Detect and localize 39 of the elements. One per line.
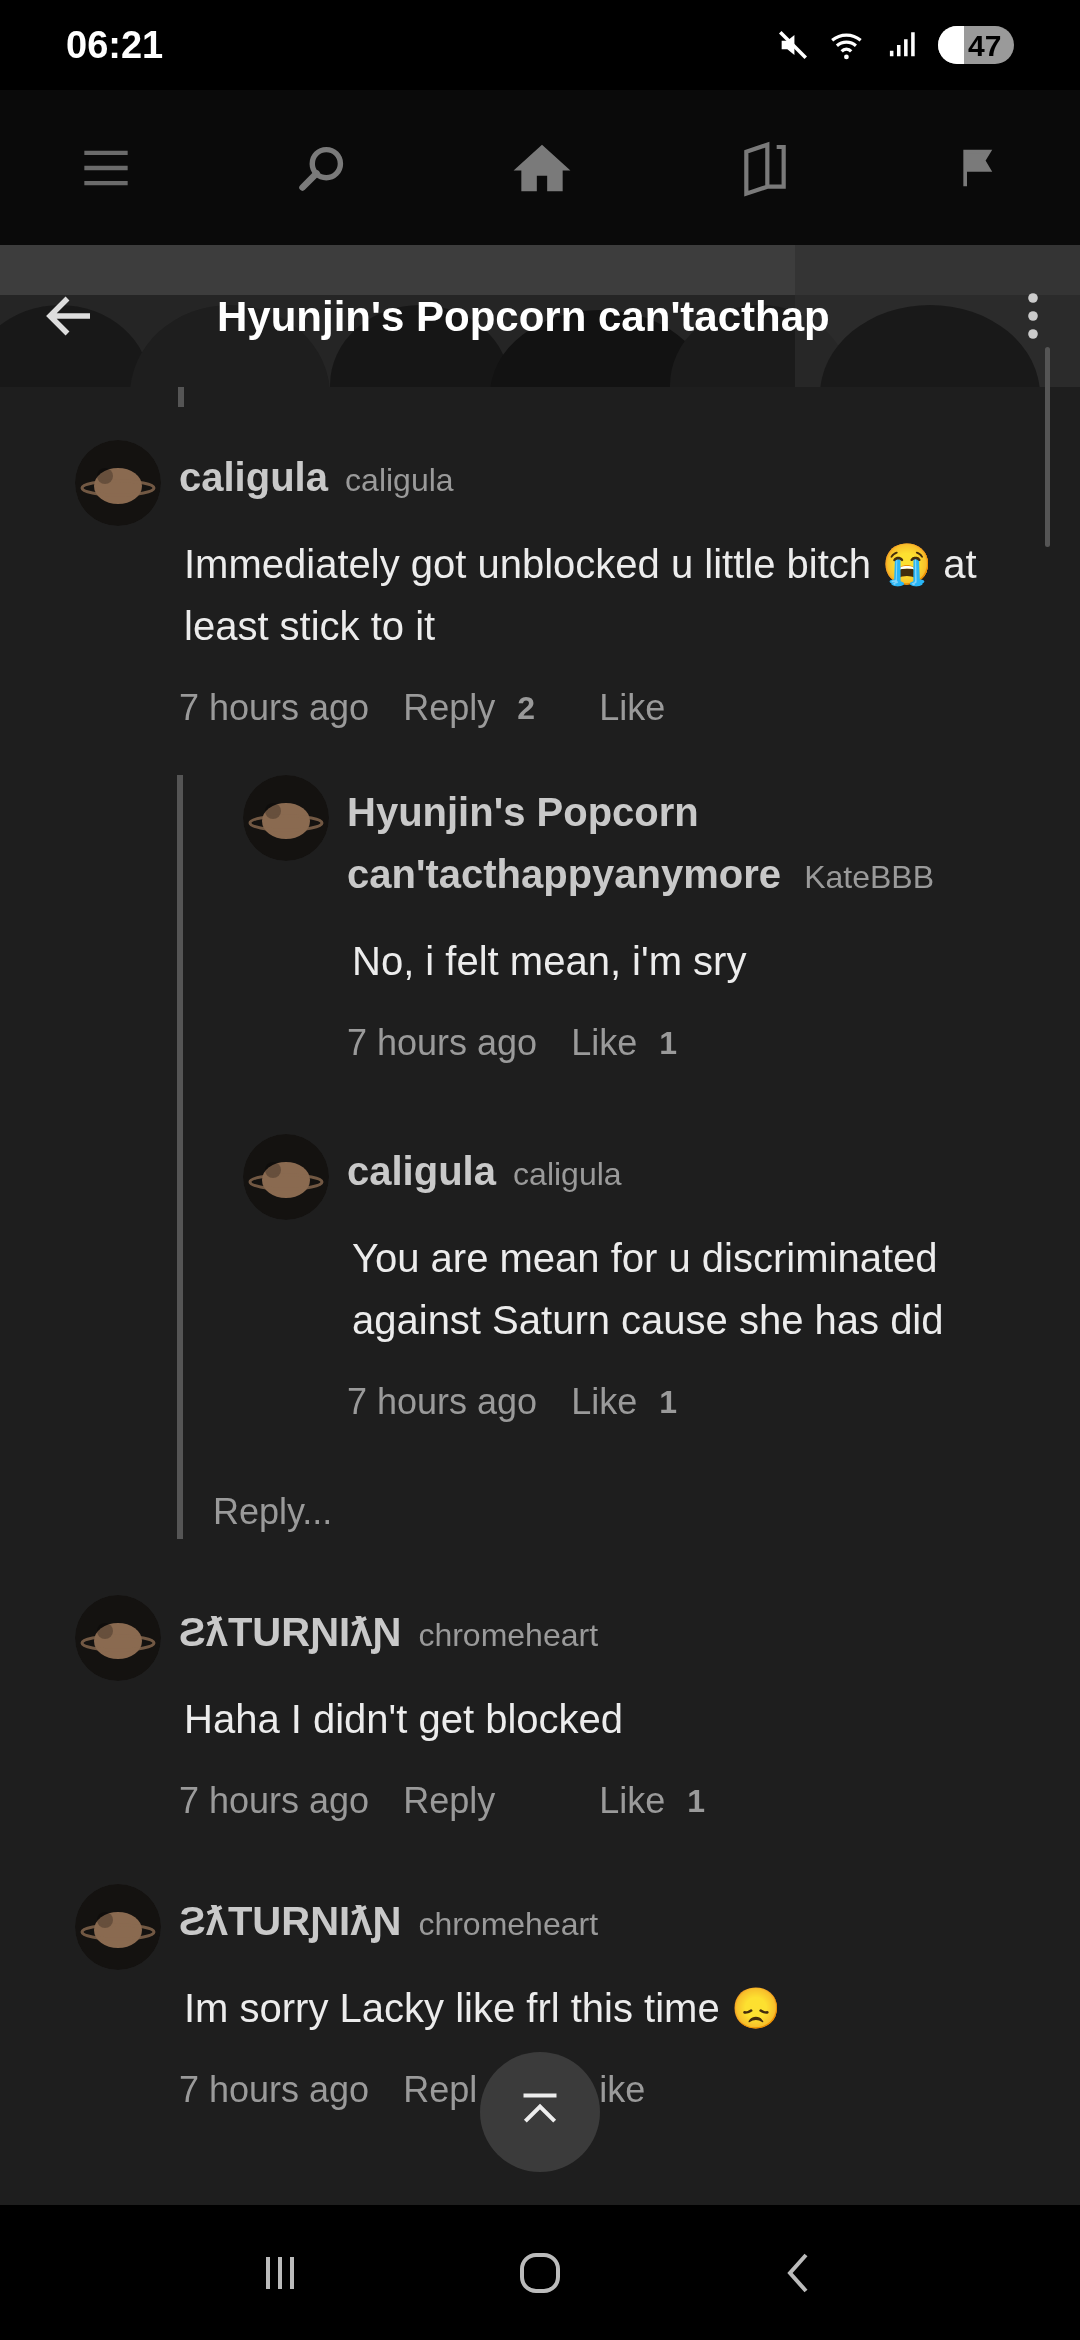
like-count: 1 xyxy=(659,1383,678,1422)
conversation-title: Hyunjin's Popcorn can'tacthap xyxy=(217,291,830,342)
user-name[interactable]: caligula xyxy=(179,446,328,508)
like-count: 1 xyxy=(659,1024,678,1063)
timestamp: 7 hours ago xyxy=(179,1779,370,1823)
reply-button[interactable]: Repl xyxy=(403,2063,478,2117)
reply-count: 2 xyxy=(517,689,536,728)
like-button[interactable]: Like xyxy=(571,1016,638,1070)
timestamp: 7 hours ago xyxy=(179,2068,370,2112)
user-name[interactable]: caligula xyxy=(347,1140,496,1202)
user-name[interactable]: ƧƛTURƝƖƛƝ xyxy=(179,1601,402,1663)
user-handle[interactable]: chromeheart xyxy=(418,1906,599,1942)
like-count: 1 xyxy=(687,1782,706,1821)
comment-text: No, i felt mean, i'm sry xyxy=(351,938,748,985)
user-name[interactable]: ƧƛTURƝƖƛƝ xyxy=(179,1890,402,1952)
reply-button[interactable]: Reply xyxy=(403,1774,496,1828)
timestamp: 7 hours ago xyxy=(179,686,370,730)
user-handle[interactable]: KateBBB xyxy=(804,859,934,895)
like-button[interactable]: Like xyxy=(599,681,666,735)
like-button[interactable]: ike xyxy=(599,2063,646,2117)
user-name[interactable]: Hyunjin's Popcorn can'tacthappyanymore xyxy=(347,781,787,905)
mute-icon xyxy=(776,28,810,62)
user-handle[interactable]: caligula xyxy=(345,462,454,498)
comment-text: Immediately got unblocked u little bitch 😭 at least stick to it xyxy=(183,541,978,650)
like-button[interactable]: Like xyxy=(571,1375,638,1429)
comment-text: You are mean for u discriminated against Saturn cause she has did xyxy=(351,1235,945,1344)
battery-indicator: 47 xyxy=(938,26,1014,64)
user-handle[interactable]: chromeheart xyxy=(418,1617,599,1653)
comment-text: Haha I didn't get blocked xyxy=(183,1696,625,1743)
timestamp: 7 hours ago xyxy=(347,1021,538,1065)
status-time: 06:21 xyxy=(66,22,164,68)
user-handle[interactable]: caligula xyxy=(513,1156,622,1192)
reply-prompt[interactable]: Reply... xyxy=(213,1485,1080,1539)
comment-text: Im sorry Lacky like frl this time 😞 xyxy=(183,1985,782,2032)
scrollbar[interactable] xyxy=(1045,347,1050,547)
more-options-icon[interactable] xyxy=(1026,292,1040,340)
reply-button[interactable]: Reply xyxy=(403,681,496,735)
like-button[interactable]: Like xyxy=(599,1774,666,1828)
timestamp: 7 hours ago xyxy=(347,1380,538,1424)
